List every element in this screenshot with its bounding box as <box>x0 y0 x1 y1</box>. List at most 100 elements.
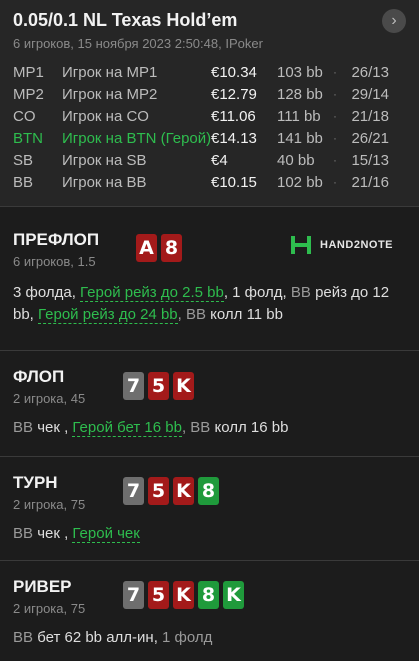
separator: · <box>333 175 337 189</box>
player-position: SB <box>13 151 34 169</box>
action-text: колл 11 bb <box>210 306 283 323</box>
action-text: колл 16 bb <box>214 419 289 436</box>
player-stats: 21/18 <box>351 107 389 125</box>
player-stats: 29/14 <box>351 85 389 103</box>
player-row: MP2 Игрок на MP2 €12.79 128 bb · 29/14 <box>13 83 407 105</box>
action-text: чек , <box>37 419 73 436</box>
street-subtitle: 2 игрока, 75 <box>13 497 86 512</box>
street-actions: 3 фолда, Герой рейз до 2.5 bb, 1 фолд, B… <box>12 282 407 326</box>
card-ace: A <box>136 234 157 262</box>
street-river: РИВЕР 2 игрока, 75 7 5 K 8 K BB бет 62 b… <box>0 560 419 661</box>
player-position: CO <box>13 107 36 125</box>
street-title: ТУРН <box>13 473 58 492</box>
player-stack-bb: 111 bb <box>277 107 321 125</box>
street-title: ФЛОП <box>13 367 65 386</box>
street-subtitle: 2 игрока, 45 <box>13 391 86 406</box>
player-stack: €12.79 <box>211 85 257 103</box>
player-stack: €4 <box>211 151 228 169</box>
action-text: чек , <box>37 525 73 542</box>
player-stack-bb: 102 bb <box>277 173 323 191</box>
board-cards: 7 5 K <box>123 372 194 400</box>
action-text: 1 фолд <box>162 629 213 646</box>
player-stack-bb: 40 bb <box>277 151 315 169</box>
player-position: BTN <box>13 129 43 147</box>
street-flop: ФЛОП 2 игрока, 45 7 5 K BB чек , Герой б… <box>0 350 419 456</box>
board-cards: 7 5 K 8 K <box>123 581 244 609</box>
hand-header: 0.05/0.1 NL Texas Hold’em 6 игроков, 15 … <box>0 0 419 206</box>
player-ref: BB <box>290 284 316 301</box>
player-row: BB Игрок на BB €10.15 102 bb · 21/16 <box>13 171 407 193</box>
street-actions: BB чек , Герой чек <box>12 523 407 545</box>
player-stats: 26/13 <box>351 63 389 81</box>
board-cards: 7 5 K 8 <box>123 477 219 505</box>
card-eight: 8 <box>198 581 219 609</box>
card-seven: 7 <box>123 477 144 505</box>
hero-action[interactable]: Герой чек <box>72 525 140 543</box>
card-seven: 7 <box>123 372 144 400</box>
player-stats: 15/13 <box>351 151 389 169</box>
hand2note-logo: HAND2NOTE <box>290 234 393 256</box>
player-ref: , BB <box>181 419 215 436</box>
street-preflop: ПРЕФЛОП 6 игроков, 1.5 A 8 HAND2NOTE 3 ф… <box>0 206 419 350</box>
card-king: K <box>173 372 194 400</box>
chevron-right-icon[interactable]: › <box>382 9 406 33</box>
player-row: CO Игрок на CO €11.06 111 bb · 21/18 <box>13 105 407 127</box>
player-position: MP1 <box>13 63 44 81</box>
hero-cards: A 8 <box>136 234 182 262</box>
card-five: 5 <box>148 372 169 400</box>
card-five: 5 <box>148 581 169 609</box>
player-name: Игрок на BB <box>62 173 147 191</box>
player-name: Игрок на MP2 <box>62 85 158 103</box>
hand-title: 0.05/0.1 NL Texas Hold’em <box>13 10 238 30</box>
player-stats: 21/16 <box>351 173 389 191</box>
player-stats: 26/21 <box>351 129 389 147</box>
player-name: Игрок на SB <box>62 151 147 169</box>
street-title: РИВЕР <box>13 577 72 596</box>
action-text: , 1 фолд, <box>223 284 291 301</box>
player-row-hero: BTN Игрок на BTN (Герой) €14.13 141 bb ·… <box>13 127 407 149</box>
hero-action[interactable]: Герой бет 16 bb <box>72 419 182 437</box>
player-row: SB Игрок на SB €4 40 bb · 15/13 <box>13 149 407 171</box>
hero-action[interactable]: Герой рейз до 24 bb <box>38 306 178 324</box>
player-ref: , BB <box>177 306 211 323</box>
card-king: K <box>173 581 194 609</box>
separator: · <box>333 109 337 123</box>
card-seven: 7 <box>123 581 144 609</box>
player-name: Игрок на BTN (Герой) <box>62 129 211 147</box>
street-actions: BB бет 62 bb алл-ин, 1 фолд <box>12 627 407 649</box>
separator: · <box>333 65 337 79</box>
card-king: K <box>173 477 194 505</box>
player-ref: BB <box>13 525 38 542</box>
player-stack-bb: 103 bb <box>277 63 323 81</box>
street-subtitle: 6 игроков, 1.5 <box>13 254 96 269</box>
card-eight: 8 <box>161 234 182 262</box>
players-list: MP1 Игрок на MP1 €10.34 103 bb · 26/13 M… <box>13 61 407 193</box>
player-ref: BB <box>13 419 38 436</box>
hand-subtitle: 6 игроков, 15 ноября 2023 2:50:48, IPoke… <box>13 36 263 51</box>
hero-action[interactable]: Герой рейз до 2.5 bb <box>80 284 224 302</box>
logo-text: HAND2NOTE <box>320 239 393 251</box>
street-title: ПРЕФЛОП <box>13 230 100 249</box>
player-position: MP2 <box>13 85 44 103</box>
street-actions: BB чек , Герой бет 16 bb, BB колл 16 bb <box>12 417 407 439</box>
hand2note-icon <box>291 236 312 254</box>
street-subtitle: 2 игрока, 75 <box>13 601 86 616</box>
player-stack: €14.13 <box>211 129 257 147</box>
card-five: 5 <box>148 477 169 505</box>
action-text: бет 62 bb алл-ин, <box>37 629 163 646</box>
player-stack-bb: 141 bb <box>277 129 323 147</box>
separator: · <box>333 87 337 101</box>
player-name: Игрок на MP1 <box>62 63 158 81</box>
player-stack: €10.34 <box>211 63 257 81</box>
card-eight: 8 <box>198 477 219 505</box>
player-stack: €10.15 <box>211 173 257 191</box>
player-row: MP1 Игрок на MP1 €10.34 103 bb · 26/13 <box>13 61 407 83</box>
player-stack: €11.06 <box>211 107 256 125</box>
player-position: BB <box>13 173 34 191</box>
player-ref: BB <box>13 629 38 646</box>
player-name: Игрок на CO <box>62 107 149 125</box>
street-turn: ТУРН 2 игрока, 75 7 5 K 8 BB чек , Герой… <box>0 456 419 560</box>
player-stack-bb: 128 bb <box>277 85 323 103</box>
separator: · <box>333 153 337 167</box>
card-king-2: K <box>223 581 244 609</box>
